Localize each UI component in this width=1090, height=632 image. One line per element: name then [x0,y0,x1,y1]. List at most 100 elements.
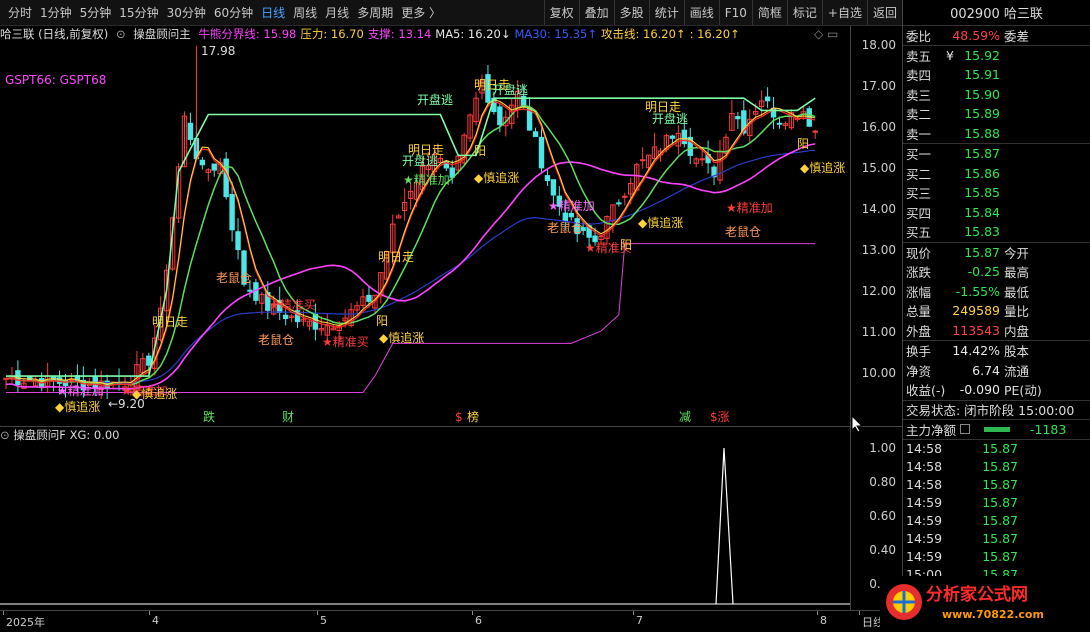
lower-tick: 0.60 [869,509,896,523]
toolbar-button[interactable]: 画线 [683,0,719,25]
ask-row[interactable]: 卖二 15.89 [903,104,1090,124]
price-tick: 17.00 [861,79,896,93]
tick-row[interactable]: 14:58 15.87 [903,440,1090,458]
price-tick: 13.00 [861,243,896,257]
event-marker: 跌 [203,409,215,424]
lower-indicator-title[interactable]: 操盘顾问F XG: 0.00 [13,428,119,442]
toolbar-button[interactable]: 叠加 [578,0,614,25]
stat-label-2: 最高 [1004,265,1030,281]
indicator-name[interactable]: 操盘顾问主 [133,27,191,41]
date-tick-mark [149,611,150,615]
stat-label: 外盘 [906,323,932,339]
event-marker: 榜 [467,409,479,424]
tick-price: 15.87 [982,513,1018,528]
tick-price: 15.87 [982,495,1018,510]
period-tab[interactable]: 分时 [4,4,36,21]
event-marker: $涨 [710,409,730,424]
period-tab[interactable]: 60分钟 [210,4,257,21]
ratio-row: 委比 48.59% 委差 [903,26,1090,46]
period-tab[interactable]: 日线 [257,4,289,21]
ask-row[interactable]: 卖一 15.88 [903,124,1090,144]
toolbar-button[interactable]: F10 [718,0,752,25]
bid-row[interactable]: 买三 15.85 [903,183,1090,203]
toolbar-button[interactable]: 返回 [866,0,902,25]
bid-label: 买一 [906,147,932,163]
tick-time: 14:58 [906,459,943,474]
signal-chase: ◆慎追涨 [638,215,683,230]
ratio-label: 委比 [906,28,932,44]
legend-item: MA30: 15.35↑ [514,27,597,41]
main-price-chart[interactable]: 17.98←9.20明日走明日走明日走明日走明日走开盘逃开盘逃开盘逃开盘逃老鼠仓… [0,42,850,424]
ratio-value: 48.59% [952,27,1000,43]
legend-items: 牛熊分界线: 15.98 压力: 16.70 支撑: 13.14 MA5: 16.20… [198,27,743,41]
signal-chase: ◆慎追涨 [55,399,100,414]
toolbar-button[interactable]: 复权 [543,0,579,25]
sub-label: GSPT66: GSPT68 [5,73,106,87]
circle-chevron-icon[interactable]: ⊙ [116,27,126,41]
date-tick-mark [817,611,818,615]
bid-price: 15.84 [964,204,1000,220]
candle-body [497,106,503,126]
tick-row[interactable]: 14:58 15.87 [903,458,1090,476]
price-axis: 18.00 17.00 16.00 15.00 14.00 13.00 12.00 11.00… [850,26,902,426]
stat-label: 净资 [906,363,932,379]
legend-item: 牛熊分界线: 15.98 [198,27,297,41]
ask-mark: ¥ [946,47,954,63]
ask-row[interactable]: 卖三 15.90 [903,85,1090,105]
collapse-icon[interactable] [960,424,971,435]
period-tab[interactable]: 1分钟 [36,4,76,21]
xg-spike [715,447,734,605]
price-tick: 10.00 [861,366,896,380]
bid-row[interactable]: 买一 15.87 [903,144,1090,164]
toolbar-button[interactable]: 简框 [751,0,787,25]
candle-body [366,294,372,302]
tick-row[interactable]: 14:59 15.87 [903,494,1090,512]
circle-chevron-icon[interactable]: ⊙ [0,428,10,442]
tick-price: 15.87 [982,441,1018,456]
tick-row[interactable]: 14:59 15.87 [903,530,1090,548]
date-tick: 8 [820,614,827,627]
price-tick: 12.00 [861,284,896,298]
toolbar-button[interactable]: +自选 [821,0,867,25]
bid-row[interactable]: 买四 15.84 [903,203,1090,223]
signal-leave: 明日走 [152,315,188,329]
stock-title[interactable]: 002900 哈三联 [903,0,1090,26]
candle-body [282,314,289,320]
tick-row[interactable]: 14:58 15.87 [903,476,1090,494]
signal-buy: ★精准买 [322,335,369,349]
candle-body [538,136,545,169]
period-tab[interactable]: 15分钟 [115,4,162,21]
toolbar-button[interactable]: 标记 [786,0,822,25]
toolbar-button[interactable]: 统计 [648,0,684,25]
tick-row[interactable]: 14:59 15.87 [903,512,1090,530]
ask-row[interactable]: 卖五 ¥15.92 [903,46,1090,66]
chart-corner-icons[interactable]: ◇ ▭ [814,27,838,41]
period-tab[interactable]: 30分钟 [163,4,210,21]
signal-yang: 阳 [474,144,486,158]
ask-row[interactable]: 卖四 15.91 [903,65,1090,85]
bid-row[interactable]: 买五 15.83 [903,222,1090,242]
stat-row: 净资 6.74 流通 [903,361,1090,381]
period-tab[interactable]: 5分钟 [76,4,116,21]
candle-body [199,159,206,166]
date-tick-mark [317,611,318,615]
tick-list[interactable]: 14:58 15.87 14:58 15.87 14:58 15.87 14:59 15.87… [903,440,1090,584]
tick-row[interactable]: 14:59 15.87 [903,548,1090,566]
trade-status-text: 交易状态: 闭市阶段 15:00:00 [906,403,1075,419]
period-tab[interactable]: 周线 [289,4,321,21]
period-tab[interactable]: 月线 [321,4,353,21]
tick-time: 14:59 [906,495,943,510]
stock-label[interactable]: 哈三联 (日线,前复权) [0,27,108,41]
lower-indicator-chart[interactable] [0,442,850,610]
toolbar-button[interactable]: 多股 [613,0,649,25]
signal-chase: ◆慎追涨 [379,330,424,345]
period-tab[interactable]: 更多 〉 [397,4,445,21]
bid-row[interactable]: 买二 15.86 [903,164,1090,184]
support-line [6,243,816,393]
ask-price: 15.90 [964,86,1000,102]
bid-price: 15.83 [964,224,1000,240]
period-tab[interactable]: 多周期 [353,4,397,21]
bid-label: 买二 [906,166,932,182]
lower-tick: 0.40 [869,543,896,557]
signal-old-rat: 老鼠仓 [258,333,294,347]
